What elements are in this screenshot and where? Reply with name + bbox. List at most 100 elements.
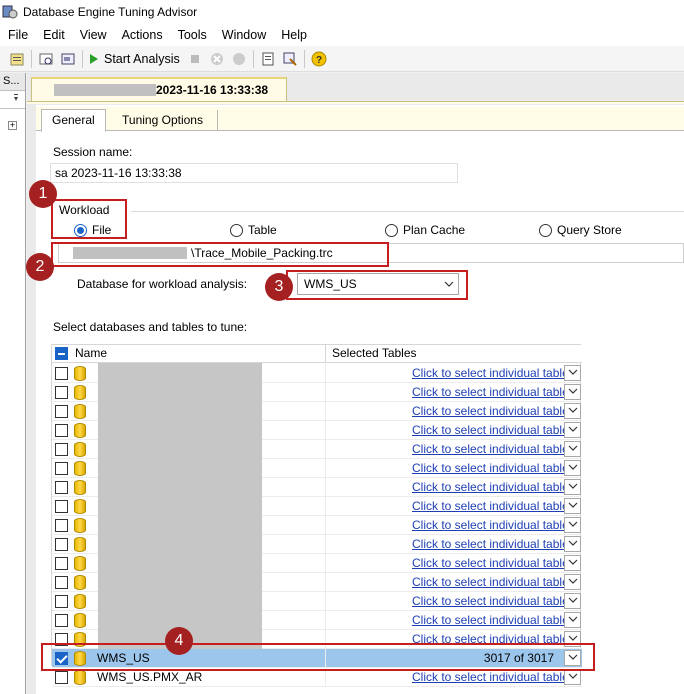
workload-radio-query-store[interactable]: Query Store [539, 223, 622, 237]
select-tables-link[interactable]: Click to select individual tables [412, 442, 575, 456]
select-tables-link[interactable]: Click to select individual tables [412, 575, 575, 589]
select-tables-link[interactable]: Click to select individual tables [412, 556, 575, 570]
select-tables-link[interactable]: Click to select individual tables [412, 385, 575, 399]
chevron-down-icon[interactable] [564, 365, 581, 381]
chevron-down-icon[interactable] [564, 441, 581, 457]
toolbar-separator [82, 49, 83, 68]
start-analysis-button[interactable]: Start Analysis [86, 48, 184, 70]
chevron-down-icon[interactable] [564, 517, 581, 533]
annotation-badge-3: 3 [265, 273, 293, 301]
new-session-icon[interactable] [6, 48, 28, 70]
row-checkbox[interactable] [55, 424, 68, 437]
workload-radio-plan-cache[interactable]: Plan Cache [385, 223, 465, 237]
help-icon[interactable]: ? [308, 48, 330, 70]
row-checkbox[interactable] [55, 538, 68, 551]
annotation-badge-1: 1 [29, 180, 57, 208]
row-checkbox[interactable] [55, 405, 68, 418]
database-icon [74, 442, 86, 457]
chevron-down-icon[interactable] [564, 403, 581, 419]
chevron-down-icon[interactable] [564, 669, 581, 685]
row-checkbox[interactable] [55, 595, 68, 608]
menu-file[interactable]: File [0, 28, 35, 42]
row-checkbox[interactable] [55, 671, 68, 684]
session-name-input[interactable]: sa 2023-11-16 13:33:38 [50, 163, 458, 183]
row-checkbox[interactable] [55, 519, 68, 532]
expand-icon[interactable]: + [8, 121, 17, 130]
chevron-down-icon[interactable] [564, 384, 581, 400]
save-recommendations-icon[interactable] [257, 48, 279, 70]
stop-icon[interactable] [184, 48, 206, 70]
radio-circle [539, 223, 552, 237]
chevron-down-icon[interactable] [564, 555, 581, 571]
select-tables-link[interactable]: Click to select individual tables [412, 518, 575, 532]
select-tables-link[interactable]: Click to select individual tables [412, 404, 575, 418]
row-checkbox[interactable] [55, 367, 68, 380]
chevron-down-icon[interactable] [564, 612, 581, 628]
pause-icon[interactable] [228, 48, 250, 70]
chevron-down-icon[interactable] [564, 574, 581, 590]
session-tab[interactable]: 2023-11-16 13:33:38 [31, 77, 287, 101]
cancel-icon[interactable] [206, 48, 228, 70]
column-separator [325, 497, 326, 516]
svg-text:?: ? [316, 55, 322, 66]
column-separator [325, 478, 326, 497]
menu-edit[interactable]: Edit [35, 28, 72, 42]
row-checkbox[interactable] [55, 500, 68, 513]
column-separator [325, 535, 326, 554]
select-tables-link[interactable]: Click to select individual tables [412, 670, 575, 684]
open-session-icon[interactable] [35, 48, 57, 70]
row-checkbox[interactable] [55, 576, 68, 589]
column-separator [325, 611, 326, 630]
select-all-checkbox[interactable] [55, 347, 68, 360]
select-tables-link[interactable]: Click to select individual tables [412, 537, 575, 551]
redacted-text [54, 84, 156, 96]
menu-tools[interactable]: Tools [170, 28, 214, 42]
select-tables-link[interactable]: Click to select individual tables [412, 423, 575, 437]
chevron-down-icon[interactable] [564, 593, 581, 609]
database-icon [74, 518, 86, 533]
select-tables-link[interactable]: Click to select individual tables [412, 613, 575, 627]
row-checkbox[interactable] [55, 614, 68, 627]
menu-actions[interactable]: Actions [114, 28, 170, 42]
database-name: WMS_US.PMX_AR [97, 670, 203, 684]
session-monitor-icon[interactable] [57, 48, 79, 70]
tab-tuning-options[interactable]: Tuning Options [108, 110, 218, 131]
row-checkbox[interactable] [55, 443, 68, 456]
chevron-down-icon[interactable] [564, 460, 581, 476]
column-separator [325, 383, 326, 402]
row-checkbox[interactable] [55, 481, 68, 494]
row-checkbox[interactable] [55, 386, 68, 399]
select-db-label: Select databases and tables to tune: [53, 320, 248, 334]
annotation-box-selected-db [41, 643, 595, 671]
database-icon [74, 423, 86, 438]
title-bar: Database Engine Tuning Advisor [0, 0, 684, 24]
select-tables-link[interactable]: Click to select individual tables [412, 461, 575, 475]
options-icon[interactable] [279, 48, 301, 70]
workload-radio-table[interactable]: Table [230, 223, 277, 237]
toolbar: Start Analysis ? [0, 46, 684, 72]
menu-view[interactable]: View [72, 28, 114, 42]
row-checkbox[interactable] [55, 557, 68, 570]
radio-circle [385, 223, 398, 237]
chevron-down-icon[interactable] [564, 536, 581, 552]
column-separator [325, 459, 326, 478]
select-tables-link[interactable]: Click to select individual tables [412, 499, 575, 513]
select-tables-link[interactable]: Click to select individual tables [412, 480, 575, 494]
app-icon [2, 4, 18, 20]
chevron-down-icon[interactable] [564, 479, 581, 495]
toolbar-separator [31, 49, 32, 68]
select-tables-link[interactable]: Click to select individual tables [412, 366, 575, 380]
menu-help[interactable]: Help [273, 28, 314, 42]
column-separator [325, 573, 326, 592]
chevron-down-icon[interactable] [564, 498, 581, 514]
select-tables-link[interactable]: Click to select individual tables [412, 594, 575, 608]
play-icon [90, 53, 98, 64]
chevron-down-icon[interactable] [564, 422, 581, 438]
row-checkbox[interactable] [55, 462, 68, 475]
database-icon [74, 556, 86, 571]
menu-window[interactable]: Window [214, 28, 273, 42]
tab-general[interactable]: General [41, 109, 106, 132]
session-monitor-toolbar[interactable] [0, 91, 25, 109]
grid-header: Name Selected Tables [52, 345, 582, 363]
database-icon [74, 461, 86, 476]
